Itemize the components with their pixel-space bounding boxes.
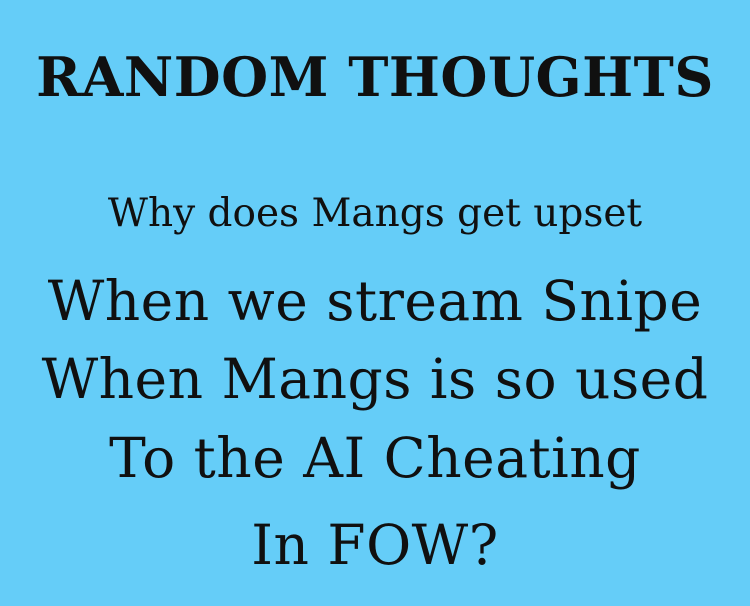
question-line-1: When we stream Snipe — [47, 269, 703, 333]
question-line-3: To the AI Cheating — [109, 426, 641, 490]
meme-canvas: RANDOM THOUGHTS Why does Mangs get upset… — [0, 0, 750, 606]
question-line-4: In FOW? — [251, 513, 499, 577]
question-intro: Why does Mangs get upset — [107, 191, 643, 236]
question-line-2: When Mangs is so used — [41, 347, 709, 411]
headline: RANDOM THOUGHTS — [36, 45, 714, 109]
